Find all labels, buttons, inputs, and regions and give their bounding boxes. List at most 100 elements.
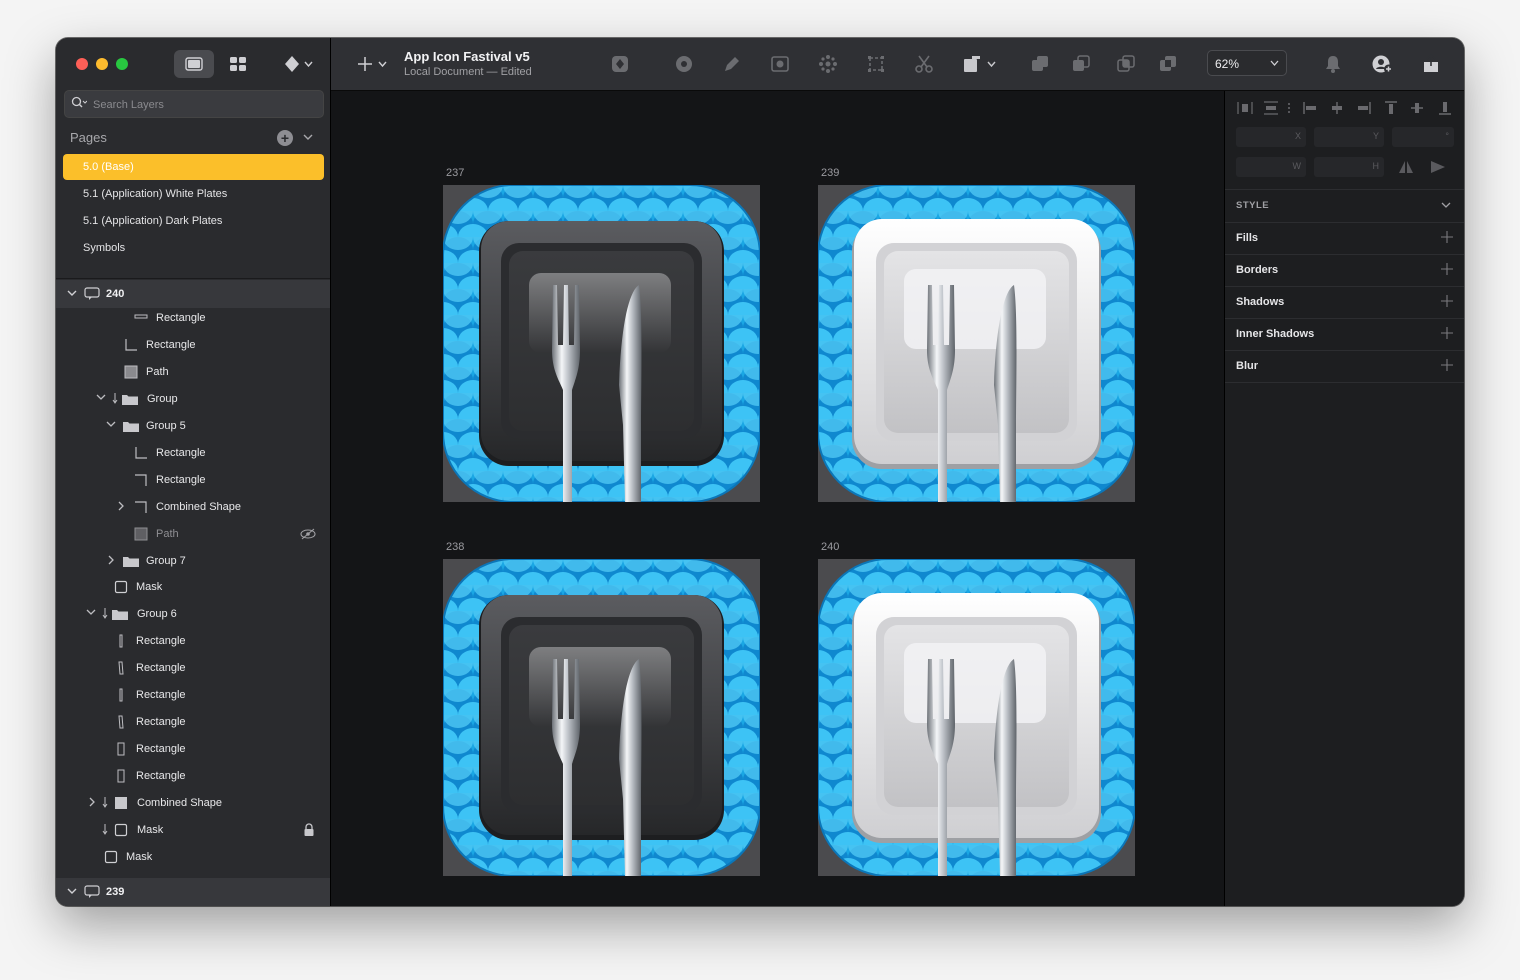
fills-section[interactable]: Fills: [1225, 223, 1464, 255]
blur-section[interactable]: Blur: [1225, 351, 1464, 383]
align-right-icon[interactable]: [1355, 101, 1371, 115]
inner-shadows-section[interactable]: Inner Shadows: [1225, 319, 1464, 351]
layer-item[interactable]: Rectangle: [56, 655, 330, 681]
artboard-240[interactable]: [818, 559, 1135, 876]
layer-item[interactable]: Rectangle: [56, 736, 330, 762]
artboard-label[interactable]: 237: [446, 167, 464, 179]
layer-item-locked[interactable]: Mask: [56, 817, 330, 843]
layer-item[interactable]: Rectangle: [56, 332, 330, 358]
notifications-button[interactable]: [1321, 52, 1345, 76]
height-field[interactable]: H: [1314, 157, 1384, 177]
layer-item[interactable]: Mask: [56, 844, 330, 870]
symbols-menu-button[interactable]: [278, 50, 318, 78]
flatten-button[interactable]: [864, 52, 888, 76]
zoom-select[interactable]: 62%: [1207, 50, 1287, 76]
layer-item[interactable]: Rectangle: [56, 467, 330, 493]
canvas[interactable]: 237 239 238 240: [331, 91, 1224, 906]
chevron-down-icon[interactable]: [67, 290, 77, 297]
artboard-label[interactable]: 240: [821, 541, 839, 553]
page-item-white-plates[interactable]: 5.1 (Application) White Plates: [63, 181, 324, 207]
difference-button[interactable]: [1156, 52, 1180, 76]
page-item-dark-plates[interactable]: 5.1 (Application) Dark Plates: [63, 208, 324, 234]
add-blur-plus-icon[interactable]: [1440, 358, 1454, 372]
layer-item[interactable]: Group 6: [56, 601, 330, 627]
layer-item[interactable]: Group 5: [56, 413, 330, 439]
layer-item[interactable]: Combined Shape: [56, 790, 330, 816]
artboard-label[interactable]: 238: [446, 541, 464, 553]
artboard-238[interactable]: [443, 559, 760, 876]
layer-item[interactable]: Rectangle: [56, 763, 330, 789]
align-center-horizontal-icon[interactable]: [1329, 101, 1345, 115]
add-shadow-plus-icon[interactable]: [1440, 294, 1454, 308]
lock-icon[interactable]: [303, 823, 315, 837]
add-collaborator-button[interactable]: [1371, 52, 1395, 76]
distribute-horizontal-icon[interactable]: [1237, 101, 1253, 115]
align-left-icon[interactable]: [1303, 101, 1319, 115]
distribute-vertical-icon[interactable]: [1263, 101, 1279, 115]
borders-section[interactable]: Borders: [1225, 255, 1464, 287]
scale-button[interactable]: [816, 52, 840, 76]
add-inner-shadow-plus-icon[interactable]: [1440, 326, 1454, 340]
artboard-239[interactable]: [818, 185, 1135, 502]
chevron-down-icon[interactable]: [302, 130, 314, 144]
minimize-window-button[interactable]: [96, 58, 108, 70]
layer-item-hidden[interactable]: Path: [56, 521, 330, 547]
more-dots-icon[interactable]: [1287, 101, 1291, 115]
chevron-down-icon[interactable]: [1440, 201, 1452, 209]
resize-menu-button[interactable]: [960, 52, 1000, 76]
align-middle-vertical-icon[interactable]: [1409, 101, 1425, 115]
layer-item[interactable]: Rectangle: [56, 628, 330, 654]
width-field[interactable]: W: [1236, 157, 1306, 177]
add-border-plus-icon[interactable]: [1440, 262, 1454, 276]
maximize-window-button[interactable]: [116, 58, 128, 70]
layer-item[interactable]: Mask: [56, 574, 330, 600]
components-view-button[interactable]: [218, 50, 258, 78]
add-page-button[interactable]: +: [277, 130, 293, 146]
chevron-down-icon[interactable]: [106, 421, 116, 428]
artboard-237[interactable]: [443, 185, 760, 502]
chevron-down-icon[interactable]: [86, 609, 96, 616]
layer-item[interactable]: Combined Shape: [56, 494, 330, 520]
chevron-right-icon[interactable]: [118, 501, 125, 511]
style-section-header[interactable]: STYLE: [1225, 190, 1464, 222]
scissors-button[interactable]: [912, 52, 936, 76]
edit-button[interactable]: [672, 52, 696, 76]
page-item-base[interactable]: 5.0 (Base): [63, 154, 324, 180]
layer-item[interactable]: Rectangle: [56, 682, 330, 708]
align-bottom-icon[interactable]: [1437, 101, 1453, 115]
eye-hidden-icon[interactable]: [300, 527, 316, 541]
page-item-symbols[interactable]: Symbols: [63, 235, 324, 261]
align-top-icon[interactable]: [1383, 101, 1399, 115]
artboard-layer-239[interactable]: 239: [56, 878, 330, 906]
x-position-field[interactable]: X: [1236, 127, 1306, 147]
layers-view-button[interactable]: [174, 50, 214, 78]
chevron-down-icon[interactable]: [96, 394, 106, 401]
search-layers-input[interactable]: [91, 91, 315, 119]
intersect-button[interactable]: [1114, 52, 1138, 76]
layer-item[interactable]: Rectangle: [56, 709, 330, 735]
share-button[interactable]: [1419, 52, 1443, 76]
subtract-button[interactable]: [1069, 52, 1093, 76]
close-window-button[interactable]: [76, 58, 88, 70]
layer-item[interactable]: Rectangle: [56, 440, 330, 466]
chevron-right-icon[interactable]: [89, 797, 96, 807]
layer-item[interactable]: Rectangle: [56, 305, 330, 331]
union-button[interactable]: [1028, 52, 1052, 76]
flip-vertical-icon[interactable]: [1429, 160, 1447, 174]
artboard-layer-240[interactable]: 240: [56, 280, 330, 308]
shadows-section[interactable]: Shadows: [1225, 287, 1464, 319]
layer-item[interactable]: Path: [56, 359, 330, 385]
transform-button[interactable]: [720, 52, 744, 76]
chevron-right-icon[interactable]: [108, 555, 115, 565]
add-fill-plus-icon[interactable]: [1440, 230, 1454, 244]
y-position-field[interactable]: Y: [1314, 127, 1384, 147]
insert-button[interactable]: [353, 52, 391, 76]
rotation-field[interactable]: °: [1392, 127, 1454, 147]
flip-horizontal-icon[interactable]: [1397, 160, 1415, 174]
chevron-down-icon[interactable]: [67, 888, 77, 895]
artboard-label[interactable]: 239: [821, 167, 839, 179]
mask-button[interactable]: [768, 52, 792, 76]
layer-item[interactable]: Group: [56, 386, 330, 412]
layer-item[interactable]: Group 7: [56, 548, 330, 574]
create-symbol-button[interactable]: [608, 52, 632, 76]
